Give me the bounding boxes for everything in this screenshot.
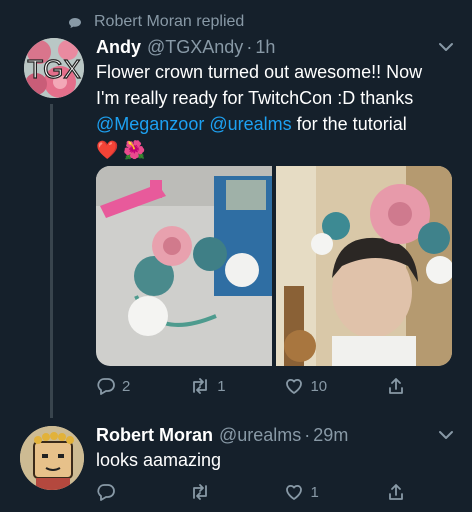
tweet-text: looks aamazing — [96, 450, 222, 470]
photo-flower-crown[interactable] — [96, 166, 272, 366]
avatar-logo-text: TGX — [27, 54, 80, 84]
like-button[interactable]: 1 — [284, 480, 319, 504]
like-button[interactable]: 10 — [284, 374, 327, 398]
chevron-down-icon[interactable] — [438, 40, 454, 52]
reply-icon — [96, 376, 116, 396]
tweet-header: Robert Moran @urealms · 29m — [96, 424, 456, 446]
share-button[interactable] — [386, 374, 406, 398]
tweet-actions: 1 — [96, 480, 406, 504]
comment-bubble-icon — [68, 16, 82, 28]
separator-dot: · — [246, 37, 253, 57]
retweet-icon — [189, 482, 211, 502]
author-handle[interactable]: @urealms — [219, 424, 301, 446]
author-handle[interactable]: @TGXAndy — [147, 36, 243, 58]
retweet-button[interactable] — [189, 480, 217, 504]
retweet-button[interactable]: 1 — [189, 374, 226, 398]
share-icon — [386, 482, 406, 502]
separator-dot: · — [304, 425, 311, 445]
share-button[interactable] — [386, 480, 406, 504]
thread-line — [50, 104, 53, 418]
reply-context-text: Robert Moran replied — [94, 13, 245, 30]
reply-context[interactable]: Robert Moran replied — [68, 12, 244, 32]
timestamp[interactable]: 29m — [313, 424, 348, 446]
reply-count: 2 — [122, 377, 131, 395]
tweet-header: Andy @TGXAndy · 1h — [96, 36, 456, 58]
author-name[interactable]: Robert Moran — [96, 424, 213, 446]
tweet[interactable]: Robert Moran @urealms · 29m looks aamazi… — [96, 424, 456, 473]
avatar[interactable]: TGX — [24, 38, 84, 98]
reply-button[interactable] — [96, 480, 122, 504]
reply-button[interactable]: 2 — [96, 374, 130, 398]
author-name[interactable]: Andy — [96, 36, 141, 58]
tweet-text: Flower crown turned out awesome!! Now I'… — [96, 59, 456, 163]
heart-icon — [284, 482, 304, 502]
mention-link[interactable]: @urealms — [209, 114, 291, 134]
retweet-count: 1 — [217, 377, 226, 395]
timestamp[interactable]: 1h — [255, 36, 275, 58]
avatar[interactable] — [20, 426, 84, 490]
like-count: 1 — [310, 483, 319, 501]
tweet-actions: 2 1 10 — [96, 374, 406, 398]
share-icon — [386, 376, 406, 396]
photo-selfie[interactable] — [276, 166, 452, 366]
media-grid[interactable] — [96, 166, 452, 366]
tweet[interactable]: Andy @TGXAndy · 1h Flower crown turned o… — [96, 36, 456, 163]
heart-icon — [284, 376, 304, 396]
like-count: 10 — [310, 377, 328, 395]
reply-icon — [96, 482, 116, 502]
chevron-down-icon[interactable] — [438, 428, 454, 440]
mention-link[interactable]: @Meganzoor — [96, 114, 204, 134]
retweet-icon — [189, 376, 211, 396]
emoji-row: ❤️ 🌺 — [96, 140, 146, 160]
